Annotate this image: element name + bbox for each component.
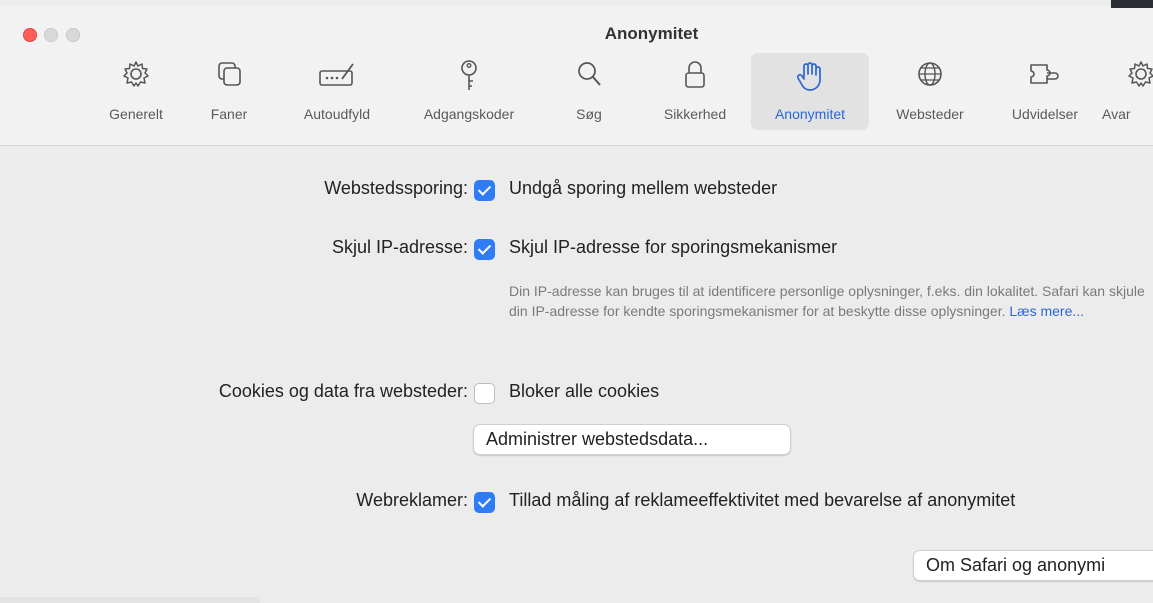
ads-measurement-option-text[interactable]: Tillad måling af reklameeffektivitet med… — [509, 490, 1015, 511]
search-icon — [578, 62, 601, 86]
tracking-option-text[interactable]: Undgå sporing mellem websteder — [509, 178, 777, 199]
bottom-edge — [0, 597, 260, 603]
hide-ip-option-text[interactable]: Skjul IP-adresse for sporingsmekanismer — [509, 237, 837, 258]
hide-ip-checkbox[interactable] — [474, 239, 495, 260]
globe-icon — [918, 62, 942, 86]
tab-label: Autoudfyld — [303, 106, 371, 122]
tab-label: Udvidelser — [1011, 106, 1079, 122]
puzzle-icon — [1030, 64, 1059, 84]
tab-label: Generelt — [109, 106, 163, 122]
tab-label: Søg — [576, 106, 602, 122]
background-window-edge — [1111, 0, 1153, 8]
about-safari-privacy-button[interactable]: Om Safari og anonymi — [913, 550, 1153, 581]
ads-measurement-checkbox[interactable] — [474, 492, 495, 513]
hand-icon — [796, 62, 821, 91]
tab-label: Adgangskoder — [423, 106, 515, 122]
cookies-label: Cookies og data fra websteder: — [218, 381, 468, 401]
block-cookies-checkbox[interactable] — [474, 383, 495, 404]
preferences-window: Anonymitet Generelt Faner Autoudfyld Adg… — [0, 6, 1153, 603]
gear-advanced-icon — [1128, 61, 1153, 87]
hide-ip-description: Din IP-adresse kan bruges til at identif… — [509, 281, 1153, 321]
privacy-settings-panel: Webstedssporing: Undgå sporing mellem we… — [0, 146, 1153, 603]
tab-autoudfyld[interactable]: Autoudfyld — [286, 53, 388, 130]
tab-udvidelser[interactable]: Udvidelser — [992, 53, 1098, 130]
autofill-pencil-icon — [319, 63, 354, 86]
tab-adgangskoder[interactable]: Adgangskoder — [405, 53, 533, 130]
key-icon — [461, 60, 477, 90]
tab-label: Websteder — [896, 106, 964, 122]
gear-icon — [123, 61, 149, 87]
tab-label: Avar — [1102, 106, 1131, 122]
tab-websteder[interactable]: Websteder — [876, 53, 984, 130]
lock-icon — [685, 61, 705, 88]
window-title: Anonymitet — [604, 24, 699, 43]
manage-website-data-button[interactable]: Administrer webstedsdata... — [473, 424, 791, 455]
tracking-checkbox[interactable] — [474, 180, 495, 201]
tab-label: Faner — [210, 106, 248, 122]
tab-label: Anonymitet — [774, 106, 846, 122]
tab-generelt[interactable]: Generelt — [95, 53, 177, 130]
tracking-label: Webstedssporing: — [324, 178, 468, 198]
tab-avanceret[interactable]: Avar — [1098, 53, 1153, 130]
tabs-icon — [218, 62, 241, 86]
hide-ip-label: Skjul IP-adresse: — [331, 237, 468, 257]
block-cookies-option-text[interactable]: Bloker alle cookies — [509, 381, 659, 402]
tab-faner[interactable]: Faner — [200, 53, 258, 130]
tab-anonymitet[interactable]: Anonymitet — [751, 53, 869, 130]
tab-label: Sikkerhed — [663, 106, 727, 122]
toolbar: Anonymitet Generelt Faner Autoudfyld Adg… — [0, 6, 1153, 146]
tab-sikkerhed[interactable]: Sikkerhed — [645, 53, 745, 130]
learn-more-link[interactable]: Læs mere... — [1009, 303, 1084, 319]
ads-label: Webreklamer: — [356, 490, 468, 510]
tab-sog[interactable]: Søg — [565, 53, 613, 130]
